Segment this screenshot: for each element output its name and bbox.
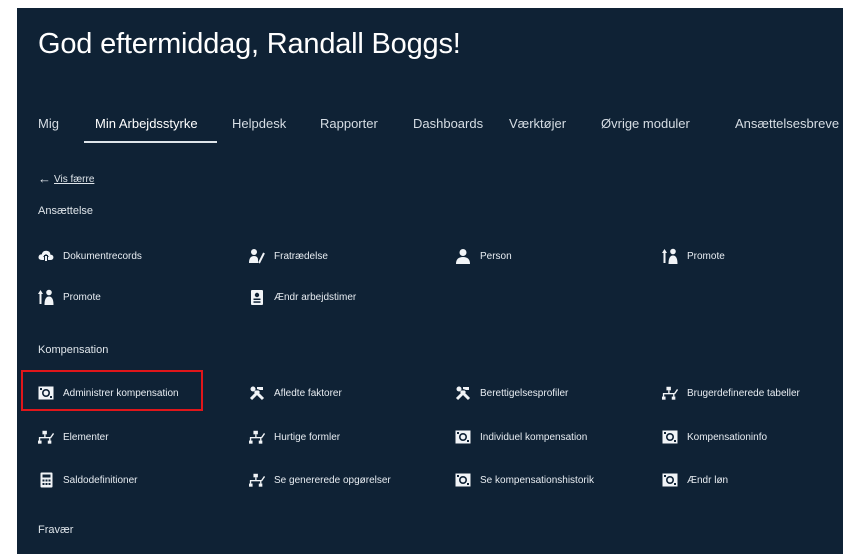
badge-icon	[249, 289, 265, 305]
person-icon	[455, 248, 471, 264]
tile-label: Individuel kompensation	[480, 431, 588, 443]
money-icon	[455, 429, 471, 445]
tile-dokumentrecords[interactable]: Dokumentrecords	[38, 245, 142, 267]
tile-hurtige-formler[interactable]: Hurtige formler	[249, 426, 340, 448]
tile-label: Elementer	[63, 431, 109, 443]
tile-individuel-kompensation[interactable]: Individuel kompensation	[455, 426, 587, 448]
tile-promote-2[interactable]: Promote	[38, 286, 101, 308]
org-chart-icon	[249, 472, 265, 488]
show-less-link[interactable]: ← Vis færre	[38, 171, 94, 186]
tile-se-genererede-opgoerelser[interactable]: Se genererede opgørelser	[249, 469, 391, 491]
person-leave-icon	[249, 248, 265, 264]
tab-mig[interactable]: Mig	[38, 116, 59, 131]
tile-label: Se genererede opgørelser	[274, 474, 391, 486]
tile-label: Ændr løn	[687, 474, 729, 486]
tile-fratraedelse[interactable]: Fratrædelse	[249, 245, 328, 267]
tile-se-kompensationshistorik[interactable]: Se kompensationshistorik	[455, 469, 594, 491]
tile-label: Kompensationinfo	[687, 431, 768, 443]
tile-brugerdefinerede-tabeller[interactable]: Brugerdefinerede tabeller	[662, 382, 800, 404]
tab-helpdesk[interactable]: Helpdesk	[232, 116, 286, 131]
main-panel: God eftermiddag, Randall Boggs! Mig Min …	[17, 8, 843, 554]
money-icon	[662, 429, 678, 445]
money-icon	[455, 472, 471, 488]
tab-vaerktoejer[interactable]: Værktøjer	[509, 116, 566, 131]
tab-oevrige-moduler[interactable]: Øvrige moduler	[601, 116, 690, 131]
tile-label: Se kompensationshistorik	[480, 474, 594, 486]
org-chart-icon	[662, 385, 678, 401]
tab-min-arbejdsstyrke[interactable]: Min Arbejdsstyrke	[95, 116, 198, 131]
tile-elementer[interactable]: Elementer	[38, 426, 109, 448]
greeting-title: God eftermiddag, Randall Boggs!	[38, 28, 461, 60]
tile-person[interactable]: Person	[455, 245, 512, 267]
cloud-icon	[38, 248, 54, 264]
tile-label: Hurtige formler	[274, 431, 341, 443]
org-chart-icon	[249, 429, 265, 445]
tile-berettigelsesprofiler[interactable]: Berettigelsesprofiler	[455, 382, 568, 404]
calculator-icon	[38, 472, 54, 488]
tile-saldodefinitioner[interactable]: Saldodefinitioner	[38, 469, 138, 491]
tile-label: Promote	[63, 291, 101, 303]
tile-kompensationinfo[interactable]: Kompensationinfo	[662, 426, 767, 448]
tools-icon	[455, 385, 471, 401]
tab-ansaettelsesbreve[interactable]: Ansættelsesbreve	[735, 116, 839, 131]
highlight-box	[21, 370, 203, 411]
tools-icon	[249, 385, 265, 401]
tile-label: Promote	[687, 250, 725, 262]
tile-label: Berettigelsesprofiler	[480, 387, 569, 399]
tile-label: Brugerdefinerede tabeller	[687, 387, 800, 399]
tile-label: Dokumentrecords	[63, 250, 142, 262]
section-title-kompensation: Kompensation	[38, 344, 109, 356]
tab-dashboards[interactable]: Dashboards	[413, 116, 483, 131]
tile-label: Person	[480, 250, 512, 262]
org-chart-icon	[38, 429, 54, 445]
active-tab-underline	[84, 141, 217, 143]
back-arrow-icon: ←	[38, 171, 51, 186]
tile-promote-1[interactable]: Promote	[662, 245, 725, 267]
promote-icon	[662, 248, 678, 264]
tile-aendr-loen[interactable]: Ændr løn	[662, 469, 728, 491]
tile-label: Ændr arbejdstimer	[274, 291, 357, 303]
tile-label: Fratrædelse	[274, 250, 328, 262]
tile-label: Saldodefinitioner	[63, 474, 138, 486]
tile-afledte-faktorer[interactable]: Afledte faktorer	[249, 382, 342, 404]
money-icon	[662, 472, 678, 488]
promote-icon	[38, 289, 54, 305]
nav-tabs: Mig Min Arbejdsstyrke Helpdesk Rapporter…	[17, 116, 843, 148]
section-title-fravaer: Fravær	[38, 524, 74, 536]
tile-aendr-arbejdstimer[interactable]: Ændr arbejdstimer	[249, 286, 356, 308]
section-title-ansaettelse: Ansættelse	[38, 205, 94, 217]
tile-label: Afledte faktorer	[274, 387, 342, 399]
tab-rapporter[interactable]: Rapporter	[320, 116, 378, 131]
